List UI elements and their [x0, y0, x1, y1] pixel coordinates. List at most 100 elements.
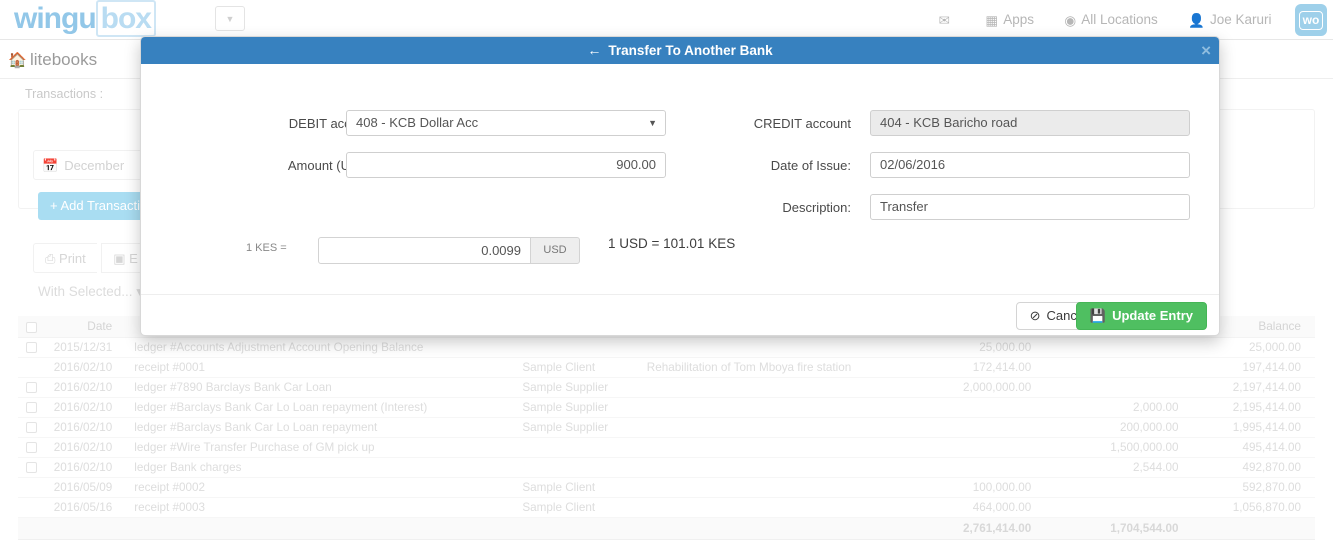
calendar-icon: 📅 [42, 158, 59, 173]
row-checkbox[interactable] [25, 381, 37, 393]
totals-cell: 2,761,414.00 [900, 517, 1046, 540]
cell-memo [640, 377, 901, 398]
amount-input[interactable]: 900.00 [346, 152, 666, 178]
debit-account-select[interactable]: 408 - KCB Dollar Acc ▼ [346, 110, 666, 136]
cell-date: 2016/02/10 [44, 357, 123, 378]
nav-item-apps[interactable]: ▦ Apps [972, 0, 1047, 40]
table-row[interactable]: 2015/12/31 ledger #Accounts Adjustment Ac… [18, 337, 1315, 358]
cell-party [516, 457, 641, 478]
cell-party [516, 337, 641, 358]
row-select-cell[interactable] [18, 457, 45, 478]
chevron-down-icon: ▼ [225, 14, 235, 24]
envelope-icon: ✉ [938, 13, 950, 28]
cell-balance: 492,870.00 [1190, 457, 1315, 478]
table-row[interactable]: 2016/05/16 receipt #0003 Sample Client 464,… [18, 497, 1315, 518]
cell-memo [640, 417, 901, 438]
cell-credit [1045, 477, 1191, 498]
modal-footer: ⊘ Cancel 💾 Update Entry [141, 294, 1219, 336]
modal-header: ← Transfer To Another Bank × [141, 37, 1219, 64]
table-row[interactable]: 2016/02/10 ledger #7890 Barclays Bank Car… [18, 377, 1315, 398]
row-checkbox[interactable] [25, 421, 37, 433]
cell-date: 2016/02/10 [44, 457, 123, 478]
nav-item-messages[interactable]: ✉ [926, 0, 968, 40]
table-body: 2015/12/31 ledger #Accounts Adjustment Ac… [18, 337, 1315, 540]
table-row[interactable]: 2016/02/10 ledger Bank charges 2,544.00 492… [18, 457, 1315, 478]
row-select-cell[interactable] [18, 377, 45, 398]
cell-party: Sample Client [516, 357, 641, 378]
nav-dropdown-button[interactable]: ▼ [215, 6, 245, 31]
table-row[interactable]: 2016/02/10 ledger #Barclays Bank Car Lo L… [18, 417, 1315, 438]
close-icon[interactable]: × [1201, 37, 1211, 64]
with-selected-dropdown[interactable]: With Selected... ▾ [38, 284, 143, 300]
row-select-cell[interactable] [18, 477, 45, 498]
description-label: Description: [782, 200, 851, 215]
arrow-left-icon[interactable]: ← [587, 42, 601, 58]
breadcrumb-label[interactable]: litebooks [30, 50, 97, 70]
table-row[interactable]: 2016/02/10 ledger #Barclays Bank Car Lo L… [18, 397, 1315, 418]
date-filter-value: December [64, 158, 125, 173]
cell-description: ledger #Wire Transfer Purchase of GM pic… [122, 437, 517, 458]
home-icon[interactable]: 🏠 [8, 51, 27, 69]
debit-account-value: 408 - KCB Dollar Acc [356, 115, 479, 130]
nav-label-apps: Apps [1003, 12, 1034, 27]
description-input[interactable]: Transfer [870, 194, 1190, 220]
row-checkbox[interactable] [25, 461, 37, 473]
row-checkbox[interactable] [25, 341, 37, 353]
cell-party: Sample Client [516, 477, 641, 498]
cell-description: receipt #0003 [122, 497, 517, 518]
table-row[interactable]: 2016/02/10 ledger #Wire Transfer Purchase… [18, 437, 1315, 458]
totals-cell: 1,704,544.00 [1045, 517, 1191, 540]
table-totals-row: 2,761,414.00 1,704,544.00 [18, 517, 1315, 540]
cell-memo [640, 477, 901, 498]
table-row[interactable]: 2016/05/09 receipt #0002 Sample Client 100,… [18, 477, 1315, 498]
cell-party: Sample Supplier [516, 377, 641, 398]
nav-item-all-locations[interactable]: ◉ All Locations [1051, 0, 1170, 40]
cell-debit: 100,000.00 [900, 477, 1046, 498]
cell-description: receipt #0002 [122, 477, 517, 498]
cell-date: 2016/02/10 [44, 377, 123, 398]
page-title: Transactions : [25, 87, 104, 101]
cell-credit [1045, 377, 1191, 398]
cell-debit: 464,000.00 [900, 497, 1046, 518]
select-all-checkbox[interactable] [25, 321, 37, 333]
exchange-rate-input[interactable]: 0.0099 [318, 237, 531, 264]
cell-description: ledger Bank charges [122, 457, 517, 478]
cell-memo [640, 337, 901, 358]
cell-party [516, 437, 641, 458]
cell-memo [640, 497, 901, 518]
select-all-header[interactable] [18, 316, 45, 338]
table-row[interactable]: 2016/02/10 receipt #0001 Sample Client Reha… [18, 357, 1315, 378]
logo-text-box: box [95, 0, 156, 37]
cell-credit: 2,544.00 [1045, 457, 1191, 478]
date-of-issue-input[interactable]: 02/06/2016 [870, 152, 1190, 178]
ban-icon: ⊘ [1029, 308, 1041, 323]
cell-debit [900, 397, 1046, 418]
export-label: E [129, 251, 138, 266]
cell-date: 2015/12/31 [44, 337, 123, 358]
cell-balance: 495,414.00 [1190, 437, 1315, 458]
header-date[interactable]: Date [44, 316, 123, 338]
cell-credit: 200,000.00 [1045, 417, 1191, 438]
globe-icon: ◉ [1064, 13, 1077, 28]
row-select-cell[interactable] [18, 497, 45, 518]
row-select-cell[interactable] [18, 397, 45, 418]
nav-item-user[interactable]: 👤 Joe Karuri [1175, 0, 1284, 40]
transactions-table: Date Balance 2015/12/31 ledger #Accounts … [18, 316, 1315, 540]
cell-credit: 2,000.00 [1045, 397, 1191, 418]
row-select-cell[interactable] [18, 437, 45, 458]
update-entry-button[interactable]: 💾 Update Entry [1075, 302, 1207, 330]
row-checkbox[interactable] [25, 401, 37, 413]
cell-credit: 1,500,000.00 [1045, 437, 1191, 458]
cell-debit [900, 437, 1046, 458]
nav-label-user: Joe Karuri [1210, 12, 1272, 27]
row-select-cell[interactable] [18, 417, 45, 438]
cell-party: Sample Client [516, 497, 641, 518]
row-select-cell[interactable] [18, 337, 45, 358]
cell-date: 2016/02/10 [44, 397, 123, 418]
row-checkbox[interactable] [25, 441, 37, 453]
print-button[interactable]: ⎙ Print [33, 243, 97, 273]
rate-prefix-label: 1 KES = [246, 242, 287, 254]
row-select-cell[interactable] [18, 357, 45, 378]
wo-app-badge[interactable]: wo [1295, 4, 1327, 36]
wingubox-logo[interactable]: wingu box [14, 0, 156, 37]
